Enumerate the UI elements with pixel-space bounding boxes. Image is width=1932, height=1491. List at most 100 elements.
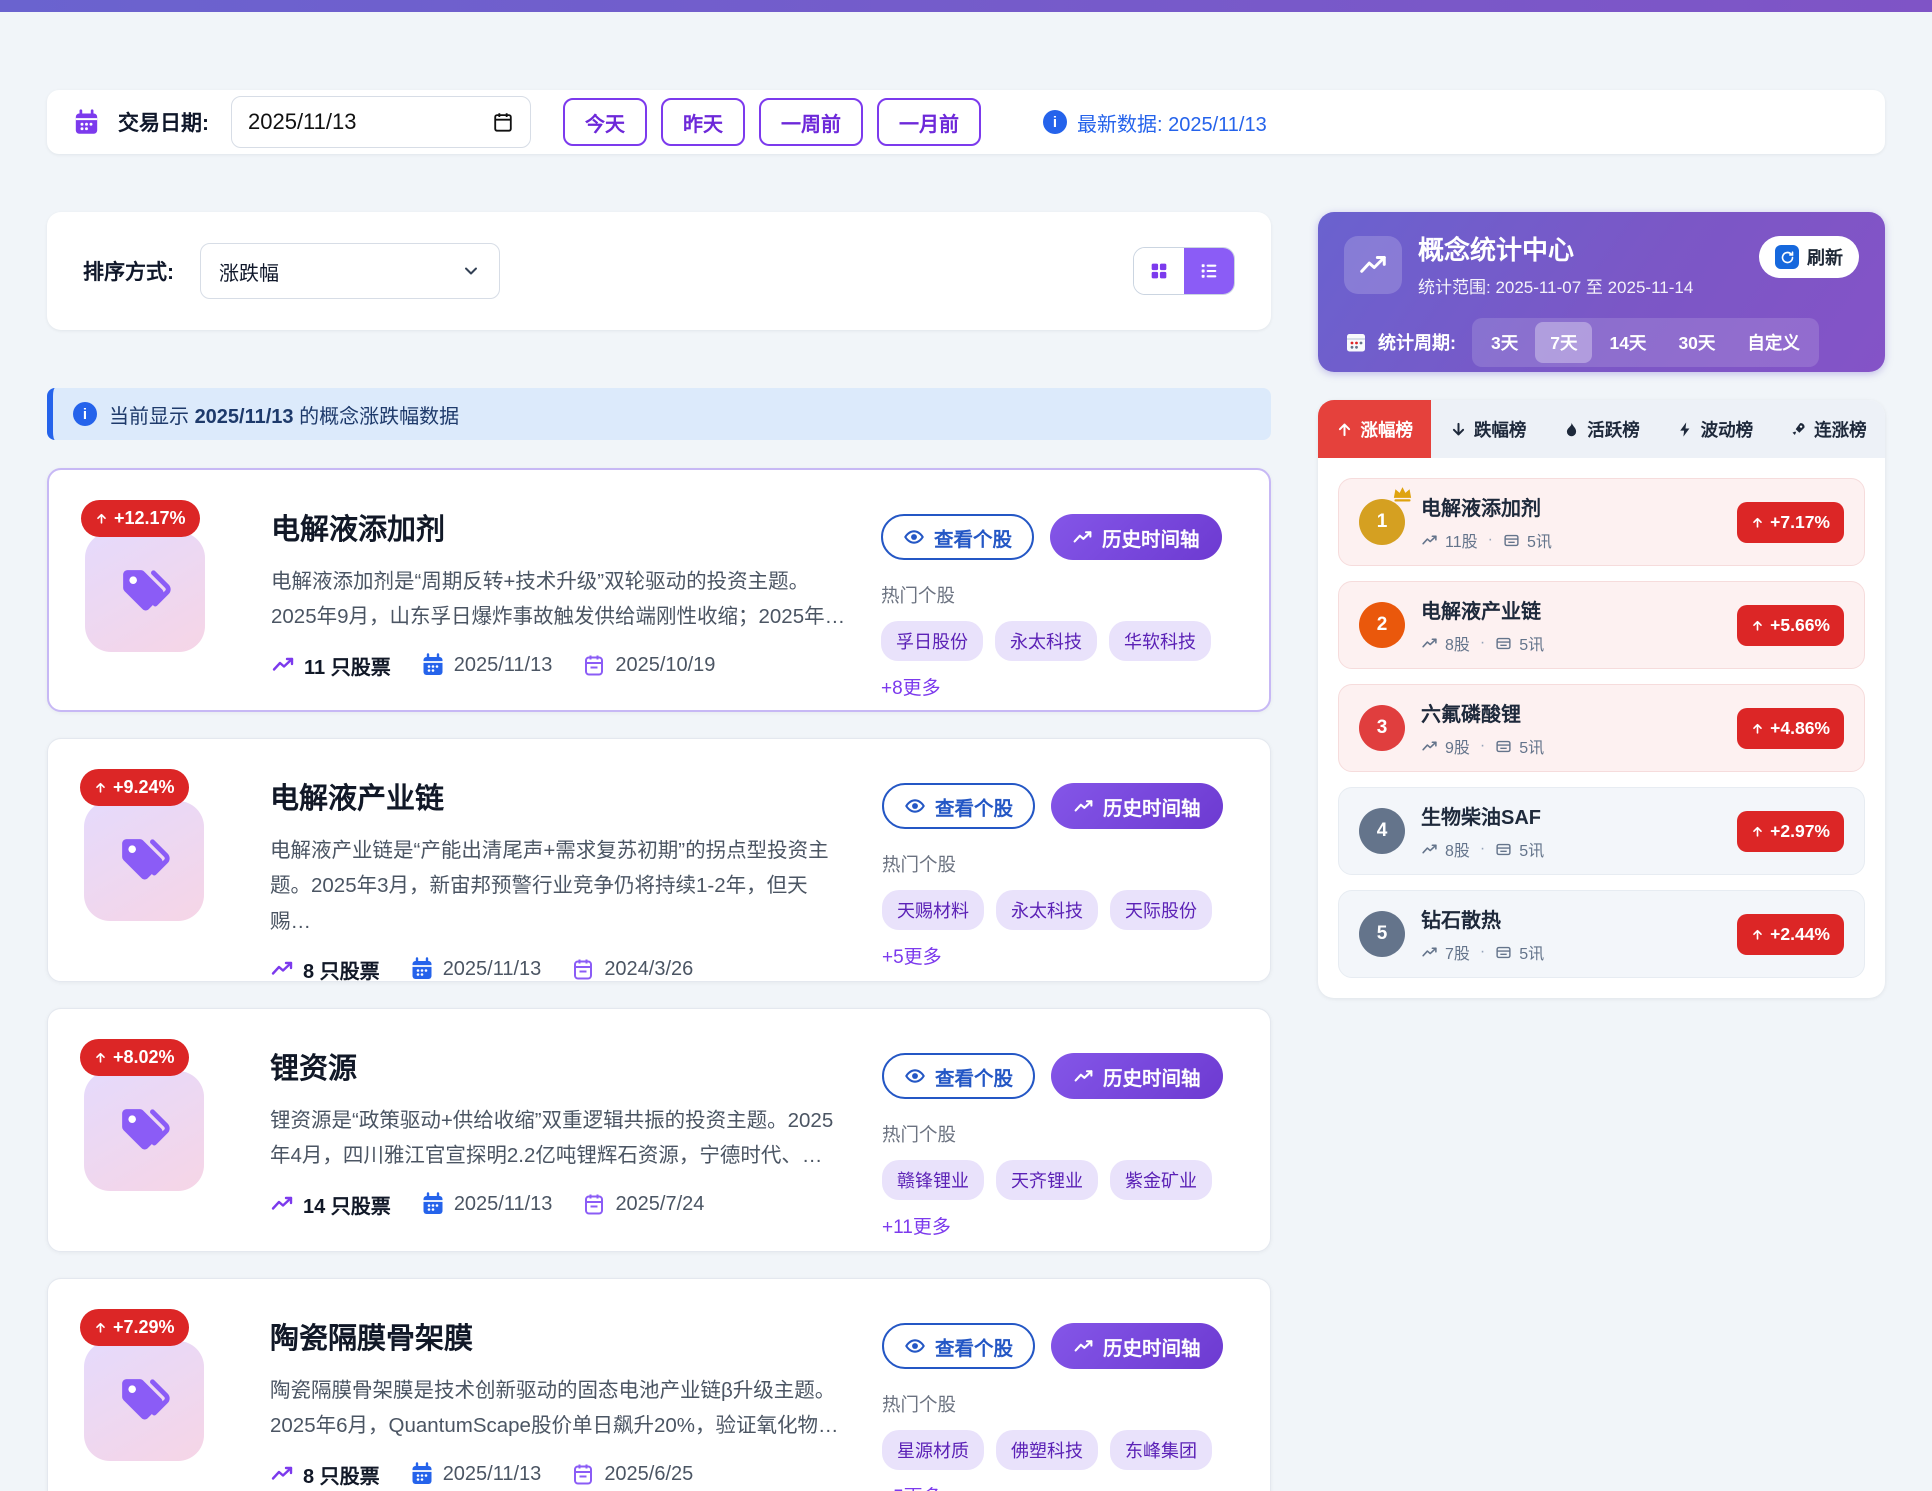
rank-concept-name: 钻石散热 [1421,904,1544,933]
period-button-4[interactable]: 自定义 [1732,322,1815,363]
rank-change-value: +5.66% [1770,615,1830,636]
chart-line-icon [1421,532,1438,549]
eye-icon [903,526,925,548]
concept-meta: 8 只股票 2025/11/13 2025/6/25 [270,1460,848,1489]
clipboard-calendar-icon [582,1192,606,1216]
rank-item[interactable]: 5 钻石散热 7股 5讯 +2.44% [1338,890,1865,978]
news-icon [1495,944,1512,961]
concept-main: 陶瓷隔膜骨架膜 陶瓷隔膜骨架膜是技术创新驱动的固态电池产业链β升级主题。2025… [270,1305,848,1491]
update-date: 2025/11/13 [454,654,553,677]
quick-date-button-3[interactable]: 一月前 [877,98,981,146]
rank-stocks-count: 9股 [1445,734,1470,758]
hot-stock-tag-2[interactable]: 紫金矿业 [1110,1160,1212,1200]
more-stocks-link[interactable]: +5更多 [882,942,942,969]
rank-tab-3[interactable]: 波动榜 [1658,400,1771,458]
create-date: 2025/7/24 [615,1193,704,1216]
period-button-3[interactable]: 30天 [1663,322,1730,363]
quick-date-button-0[interactable]: 今天 [563,98,647,146]
concept-card[interactable]: +7.29% 陶瓷隔膜骨架膜 陶瓷隔膜骨架膜是技术创新驱动的固态电池产业链β升级… [47,1278,1271,1491]
more-stocks-link[interactable]: +11更多 [882,1212,951,1239]
period-button-0[interactable]: 3天 [1476,322,1533,363]
chevron-down-icon [461,261,481,281]
view-stocks-label: 查看个股 [935,1332,1013,1361]
dot-separator [1477,943,1488,961]
history-timeline-label: 历史时间轴 [1102,523,1200,552]
chart-line-icon [270,1192,294,1216]
concept-card[interactable]: +8.02% 锂资源 锂资源是“政策驱动+供给收缩”双重逻辑共振的投资主题。20… [47,1008,1271,1252]
view-stocks-button[interactable]: 查看个股 [882,1323,1035,1369]
tag-icon [84,1341,204,1461]
history-timeline-button[interactable]: 历史时间轴 [1050,514,1222,560]
history-timeline-label: 历史时间轴 [1103,1332,1201,1361]
rank-news-count: 5讯 [1519,940,1544,964]
history-timeline-button[interactable]: 历史时间轴 [1051,1053,1223,1099]
quick-date-button-2[interactable]: 一周前 [759,98,863,146]
crown-icon [1391,482,1414,505]
concept-buttons: 查看个股 历史时间轴 [882,783,1234,829]
hot-stock-tag-2[interactable]: 华软科技 [1109,621,1211,661]
concept-card[interactable]: +12.17% 电解液添加剂 电解液添加剂是“周期反转+技术升级”双轮驱动的投资… [47,468,1271,712]
view-stocks-button[interactable]: 查看个股 [881,514,1034,560]
banner-date: 2025/11/13 [195,406,294,428]
more-stocks-link[interactable]: +8更多 [881,673,941,700]
hot-stock-tag-0[interactable]: 天赐材料 [882,890,984,930]
rank-tab-1[interactable]: 跌幅榜 [1431,400,1544,458]
rank-item[interactable]: 4 生物柴油SAF 8股 5讯 +2.97% [1338,787,1865,875]
period-buttons: 3天7天14天30天自定义 [1472,318,1819,367]
quick-date-buttons: 今天昨天一周前一月前 [563,98,981,146]
view-stocks-button[interactable]: 查看个股 [882,783,1035,829]
hot-stocks-label: 热门个股 [882,1121,1234,1147]
concept-description: 电解液添加剂是“周期反转+技术升级”双轮驱动的投资主题。2025年9月，山东孚日… [271,564,847,635]
refresh-button[interactable]: 刷新 [1759,236,1859,278]
period-button-2[interactable]: 14天 [1594,322,1661,363]
main-column: 排序方式: 涨跌幅 i [47,212,1271,1491]
hot-stock-tag-0[interactable]: 星源材质 [882,1430,984,1470]
concept-icon-area: +9.24% [84,765,236,955]
rank-tab-label: 连涨榜 [1814,417,1867,442]
hot-stock-tag-1[interactable]: 永太科技 [996,890,1098,930]
rank-meta: 9股 5讯 [1421,734,1544,758]
rank-news-count: 5讯 [1519,837,1544,861]
concept-actions: 查看个股 历史时间轴 热门个股 星源材质佛塑科技东峰集团 +5更多 [882,1305,1234,1491]
more-stocks-link[interactable]: +5更多 [882,1482,942,1491]
concept-icon-area: +12.17% [85,496,237,684]
sort-select[interactable]: 涨跌幅 [200,243,500,299]
date-picker-icon[interactable] [492,111,514,133]
refresh-icon [1775,245,1799,269]
create-date: 2024/3/26 [604,958,693,981]
stats-titles: 概念统计中心 统计范围: 2025-11-07 至 2025-11-14 [1418,236,1693,298]
rank-item[interactable]: 1 电解液添加剂 11股 5讯 +7.17% [1338,478,1865,566]
date-input[interactable]: 2025/11/13 [231,96,531,148]
rank-tab-0[interactable]: 涨幅榜 [1318,400,1431,458]
hot-stock-tag-1[interactable]: 永太科技 [995,621,1097,661]
list-view-button[interactable] [1184,248,1234,294]
view-stocks-button[interactable]: 查看个股 [882,1053,1035,1099]
hot-stock-tag-2[interactable]: 天际股份 [1110,890,1212,930]
latest-data-label: 最新数据: 2025/11/13 [1077,108,1267,137]
hot-stock-tag-0[interactable]: 孚日股份 [881,621,983,661]
rank-number-badge: 2 [1359,602,1405,648]
concept-card[interactable]: +9.24% 电解液产业链 电解液产业链是“产能出清尾声+需求复苏初期”的拐点型… [47,738,1271,982]
hot-stock-tag-1[interactable]: 天齐锂业 [996,1160,1098,1200]
rank-tab-2[interactable]: 活跃榜 [1545,400,1658,458]
hot-stock-tag-0[interactable]: 赣锋锂业 [882,1160,984,1200]
arrow-up-icon [94,1051,107,1064]
rank-change-badge: +2.97% [1737,811,1844,852]
period-button-1[interactable]: 7天 [1535,322,1592,363]
history-timeline-button[interactable]: 历史时间轴 [1051,1323,1223,1369]
history-timeline-button[interactable]: 历史时间轴 [1051,783,1223,829]
grid-view-button[interactable] [1134,248,1184,294]
tag-icon [84,1071,204,1191]
concept-meta: 14 只股票 2025/11/13 2025/7/24 [270,1190,848,1219]
rank-item[interactable]: 2 电解液产业链 8股 5讯 +5.66% [1338,581,1865,669]
hot-stock-tag-2[interactable]: 东峰集团 [1110,1430,1212,1470]
stats-title: 概念统计中心 [1418,236,1693,266]
arrow-up-icon [1751,516,1764,529]
rank-info: 电解液产业链 8股 5讯 [1421,595,1544,655]
hot-stock-tag-1[interactable]: 佛塑科技 [996,1430,1098,1470]
hot-stocks-label: 热门个股 [882,1391,1234,1417]
rank-tab-4[interactable]: 连涨榜 [1772,400,1885,458]
quick-date-button-1[interactable]: 昨天 [661,98,745,146]
top-accent-bar [0,0,1932,12]
rank-item[interactable]: 3 六氟磷酸锂 9股 5讯 +4.86% [1338,684,1865,772]
